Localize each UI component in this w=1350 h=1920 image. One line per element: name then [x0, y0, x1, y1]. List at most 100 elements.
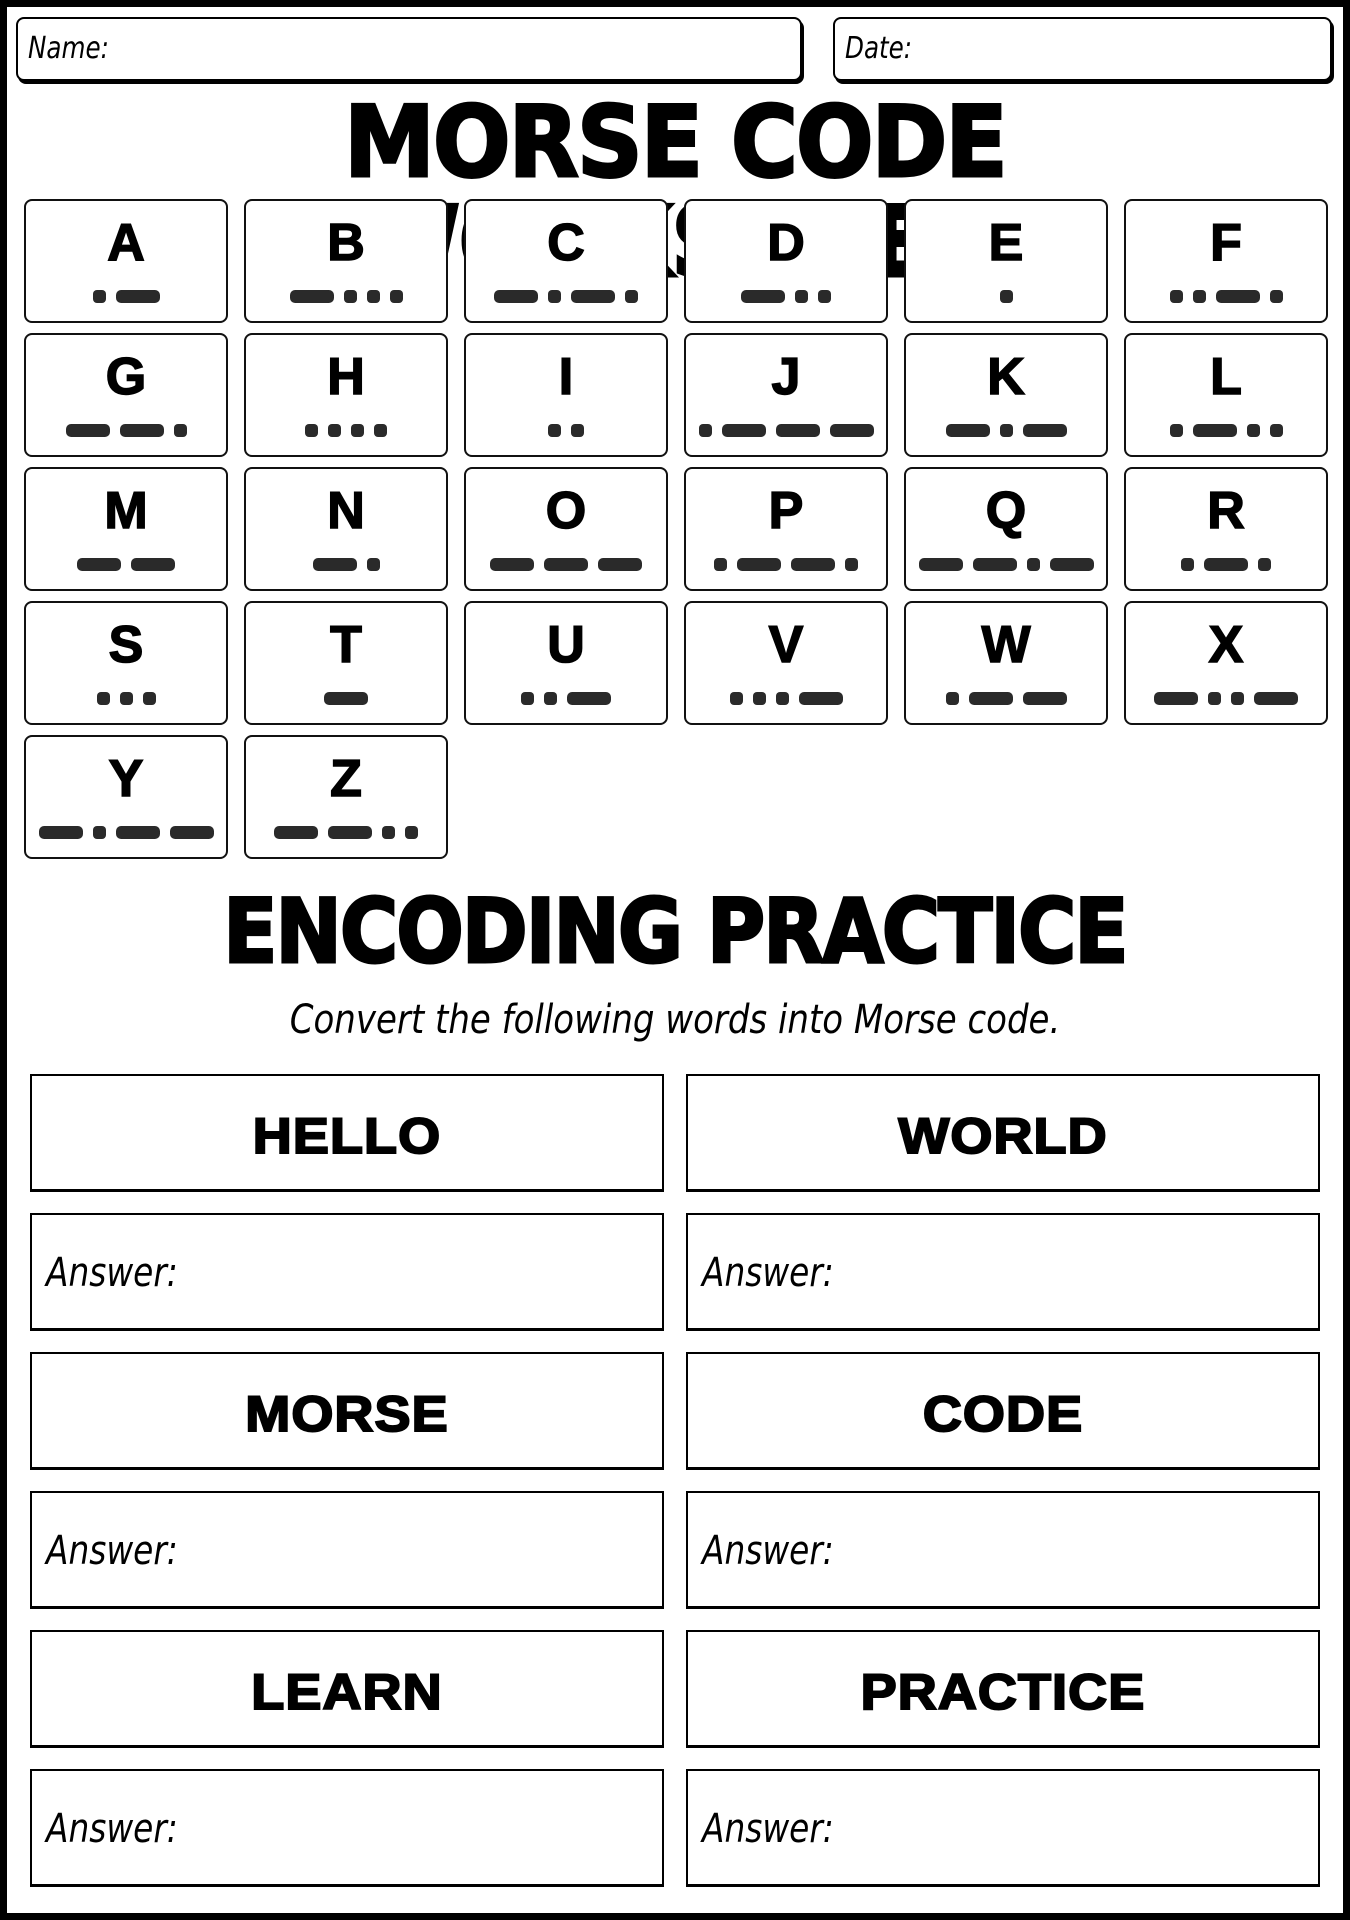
morse-dot	[119, 691, 133, 705]
morse-dash	[38, 825, 83, 839]
letter-card-o: O	[464, 467, 668, 591]
morse-dot	[548, 423, 561, 437]
morse-dot	[698, 423, 712, 437]
letter-label: N	[326, 482, 365, 540]
morse-dash	[741, 289, 785, 303]
morse-dash	[1154, 691, 1198, 705]
morse-dot	[96, 691, 110, 705]
answer-label: Answer:	[46, 1528, 178, 1574]
letter-label: L	[1209, 348, 1242, 406]
morse-dash	[115, 825, 160, 839]
answer-box-hello[interactable]: Answer:	[30, 1213, 664, 1331]
date-field[interactable]: Date:	[833, 17, 1332, 81]
morse-alphabet-grid: A B C D E F G H I J K L M N O P Q R S T U V W X Y Z	[24, 199, 1334, 859]
letter-card-f: F	[1124, 199, 1328, 323]
morse-code	[466, 289, 666, 303]
morse-dot	[389, 289, 403, 303]
morse-dash	[598, 557, 642, 571]
letter-card-m: M	[24, 467, 228, 591]
morse-dot	[775, 691, 789, 705]
answer-box-practice[interactable]: Answer:	[686, 1769, 1320, 1887]
morse-code	[246, 691, 446, 705]
worksheet-page: Name: Date: MORSE CODE WORKSHEET ABCDEFG…	[7, 7, 1343, 1913]
morse-code	[26, 825, 226, 839]
morse-code	[906, 289, 1106, 303]
practice-word: WORLD	[897, 1108, 1108, 1164]
morse-dot	[1269, 289, 1283, 303]
letter-label: P	[768, 482, 804, 540]
morse-dash	[131, 557, 175, 571]
morse-dot	[173, 423, 187, 437]
morse-dash	[1204, 557, 1248, 571]
morse-dash	[115, 289, 160, 303]
letter-card-v: V	[684, 601, 888, 725]
morse-dot	[1169, 289, 1183, 303]
morse-dash	[1022, 423, 1067, 437]
letter-label: V	[768, 616, 804, 674]
letter-card-b: B	[244, 199, 448, 323]
name-label: Name:	[28, 31, 109, 66]
answer-box-code[interactable]: Answer:	[686, 1491, 1320, 1609]
practice-word: LEARN	[250, 1664, 443, 1720]
word-box-learn: LEARN	[30, 1630, 664, 1748]
morse-dot	[818, 289, 831, 303]
letter-label: Y	[108, 750, 144, 808]
morse-dash	[544, 557, 588, 571]
morse-dot	[752, 691, 766, 705]
morse-dot	[945, 691, 959, 705]
morse-dash	[494, 289, 538, 303]
morse-code	[246, 423, 446, 437]
letter-card-r: R	[1124, 467, 1328, 591]
letter-card-p: P	[684, 467, 888, 591]
morse-dot	[1246, 423, 1260, 437]
morse-dash	[798, 691, 843, 705]
morse-code	[246, 289, 446, 303]
morse-dash	[65, 423, 110, 437]
morse-dash	[119, 423, 164, 437]
letter-card-i: I	[464, 333, 668, 457]
word-box-hello: HELLO	[30, 1074, 664, 1192]
letter-label: O	[545, 482, 587, 540]
morse-code	[1126, 423, 1326, 437]
letter-label: R	[1206, 482, 1245, 540]
morse-code	[686, 691, 886, 705]
morse-code	[466, 691, 666, 705]
morse-dash	[571, 289, 615, 303]
morse-dot	[366, 289, 380, 303]
morse-dash	[829, 423, 874, 437]
practice-instruction: Convert the following words into Morse c…	[289, 997, 1061, 1043]
letter-card-w: W	[904, 601, 1108, 725]
letter-label: K	[986, 348, 1025, 406]
letter-label: F	[1209, 214, 1242, 272]
morse-dot	[999, 423, 1013, 437]
letter-card-j: J	[684, 333, 888, 457]
morse-dot	[1269, 423, 1283, 437]
morse-dot	[1026, 557, 1040, 571]
letter-label: A	[106, 214, 145, 272]
answer-box-world[interactable]: Answer:	[686, 1213, 1320, 1331]
practice-title: ENCODING PRACTICE	[222, 880, 1130, 983]
morse-dot	[405, 825, 418, 839]
morse-code	[1126, 557, 1326, 571]
morse-code	[686, 289, 886, 303]
morse-dot	[351, 423, 364, 437]
morse-code	[246, 825, 446, 839]
answer-box-learn[interactable]: Answer:	[30, 1769, 664, 1887]
morse-dash	[968, 691, 1013, 705]
name-field[interactable]: Name:	[16, 17, 802, 81]
morse-dot	[142, 691, 156, 705]
letter-card-z: Z	[244, 735, 448, 859]
answer-box-morse[interactable]: Answer:	[30, 1491, 664, 1609]
morse-dot	[999, 289, 1013, 303]
morse-dash	[77, 557, 121, 571]
morse-code	[1126, 691, 1326, 705]
letter-label: M	[104, 482, 149, 540]
morse-dot	[366, 557, 380, 571]
practice-word: HELLO	[252, 1108, 442, 1164]
date-label: Date:	[845, 31, 913, 66]
practice-grid: HELLO WORLD Answer: Answer: MORSE CODE Answer:…	[30, 1074, 1326, 1887]
morse-dash	[737, 557, 781, 571]
morse-dot	[729, 691, 743, 705]
morse-dot	[1192, 289, 1206, 303]
morse-code	[906, 691, 1106, 705]
